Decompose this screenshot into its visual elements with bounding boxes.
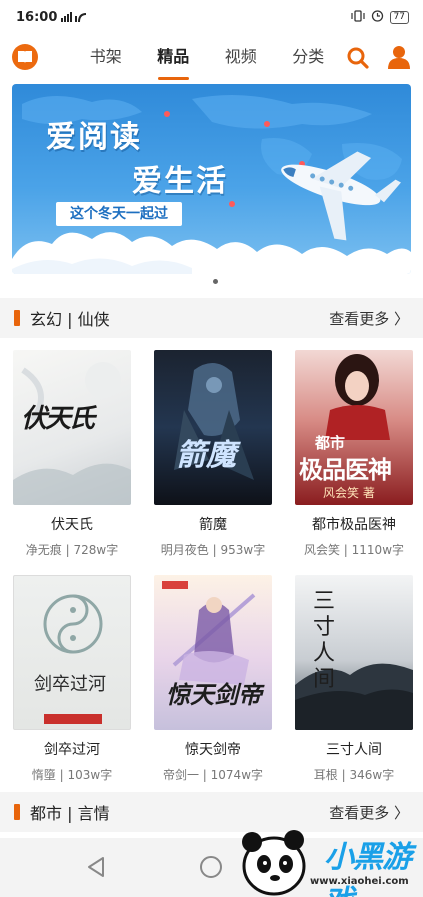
banner-page-indicator <box>213 279 218 284</box>
watermark-url: www.xiaohei.com <box>310 876 409 887</box>
book-author-wordcount: 明月夜色 | 953w字 <box>160 543 266 557</box>
book-author-wordcount: 耳根 | 346w字 <box>313 768 395 782</box>
cover-title: 剑卒过河 <box>34 674 106 695</box>
section-header-xuanhuan: 玄幻 | 仙侠 查看更多 〉 <box>0 298 423 338</box>
book-title: 惊天剑帝 <box>185 742 241 758</box>
promo-banner[interactable]: 爱阅读 爱生活 这个冬天一起过 <box>12 84 411 274</box>
cover-title: 极品医神 <box>299 455 392 484</box>
book-title: 剑卒过河 <box>44 742 100 758</box>
book-author-wordcount: 帝剑一 | 1074w字 <box>162 768 264 782</box>
section-marker <box>14 310 20 326</box>
status-bar: 16:00 77 <box>0 0 423 34</box>
cover-author: 风会笑 著 <box>323 486 375 500</box>
bookshelf-logo-icon[interactable] <box>12 44 38 70</box>
panda-mascot-icon <box>242 830 306 896</box>
back-icon[interactable] <box>86 856 106 882</box>
see-more-link[interactable]: 查看更多 〉 <box>329 308 409 329</box>
site-watermark: 小黑游戏 www.xiaohei.com <box>232 826 420 897</box>
home-icon[interactable] <box>200 856 222 878</box>
book-card[interactable]: 箭魔 箭魔 明月夜色 | 953w字 <box>153 350 273 558</box>
tab-category[interactable]: 分类 <box>275 36 343 80</box>
alarm-icon <box>371 9 384 25</box>
book-card[interactable]: 伏天氏 伏天氏 净无痕 | 728w字 <box>12 350 132 558</box>
battery-icon: 77 <box>389 10 409 24</box>
banner-headline-1: 爱阅读 <box>46 120 142 155</box>
book-title: 三寸人间 <box>326 742 382 758</box>
tab-featured[interactable]: 精品 <box>140 36 208 80</box>
signal-icon <box>61 10 87 25</box>
top-nav: 书架 精品 视频 分类 <box>0 36 423 80</box>
user-profile-icon[interactable] <box>386 44 412 70</box>
section-title: 玄幻 | 仙侠 <box>30 310 110 329</box>
book-title: 都市极品医神 <box>312 517 396 533</box>
see-more-link[interactable]: 查看更多 〉 <box>329 802 409 823</box>
status-time: 16:00 <box>16 9 58 25</box>
watermark-title: 小黑游戏 <box>324 840 412 897</box>
battery-level: 77 <box>393 11 405 22</box>
main-tabs: 书架 精品 视频 分类 <box>72 36 342 80</box>
banner-tagline: 这个冬天一起过 <box>56 202 182 226</box>
cover-title: 伏天氏 <box>21 404 95 434</box>
book-author-wordcount: 净无痕 | 728w字 <box>25 543 119 557</box>
book-author-wordcount: 风会笑 | 1110w字 <box>303 543 405 557</box>
book-cover[interactable]: 剑卒过河 <box>13 575 131 730</box>
vibrate-icon <box>350 9 365 25</box>
cover-title: 箭魔 <box>176 438 236 473</box>
book-cover[interactable]: 伏天氏 <box>13 350 131 505</box>
book-cover[interactable]: 惊天剑帝 <box>154 575 272 730</box>
cover-title: 三寸人间 <box>312 589 335 692</box>
book-title: 箭魔 <box>199 517 227 533</box>
book-author-wordcount: 惰墮 | 103w字 <box>31 768 113 782</box>
search-icon[interactable] <box>346 46 370 70</box>
book-cover[interactable]: 箭魔 <box>154 350 272 505</box>
tab-bookshelf[interactable]: 书架 <box>72 36 140 80</box>
section-title: 都市 | 言情 <box>30 804 110 823</box>
book-cover[interactable]: 三寸人间 <box>295 575 413 730</box>
book-card[interactable]: 惊天剑帝 惊天剑帝 帝剑一 | 1074w字 <box>153 575 273 783</box>
tab-video[interactable]: 视频 <box>207 36 275 80</box>
section-marker <box>14 804 20 820</box>
banner-headline-2: 爱生活 <box>132 164 228 199</box>
cover-title: 惊天剑帝 <box>166 680 262 709</box>
book-cover[interactable]: 都市 极品医神 风会笑 著 <box>295 350 413 505</box>
book-card[interactable]: 都市 极品医神 风会笑 著 都市极品医神 风会笑 | 1110w字 <box>294 350 414 558</box>
book-card[interactable]: 三寸人间 三寸人间 耳根 | 346w字 <box>294 575 414 783</box>
book-title: 伏天氏 <box>51 517 93 533</box>
book-card[interactable]: 剑卒过河 剑卒过河 惰墮 | 103w字 <box>12 575 132 783</box>
